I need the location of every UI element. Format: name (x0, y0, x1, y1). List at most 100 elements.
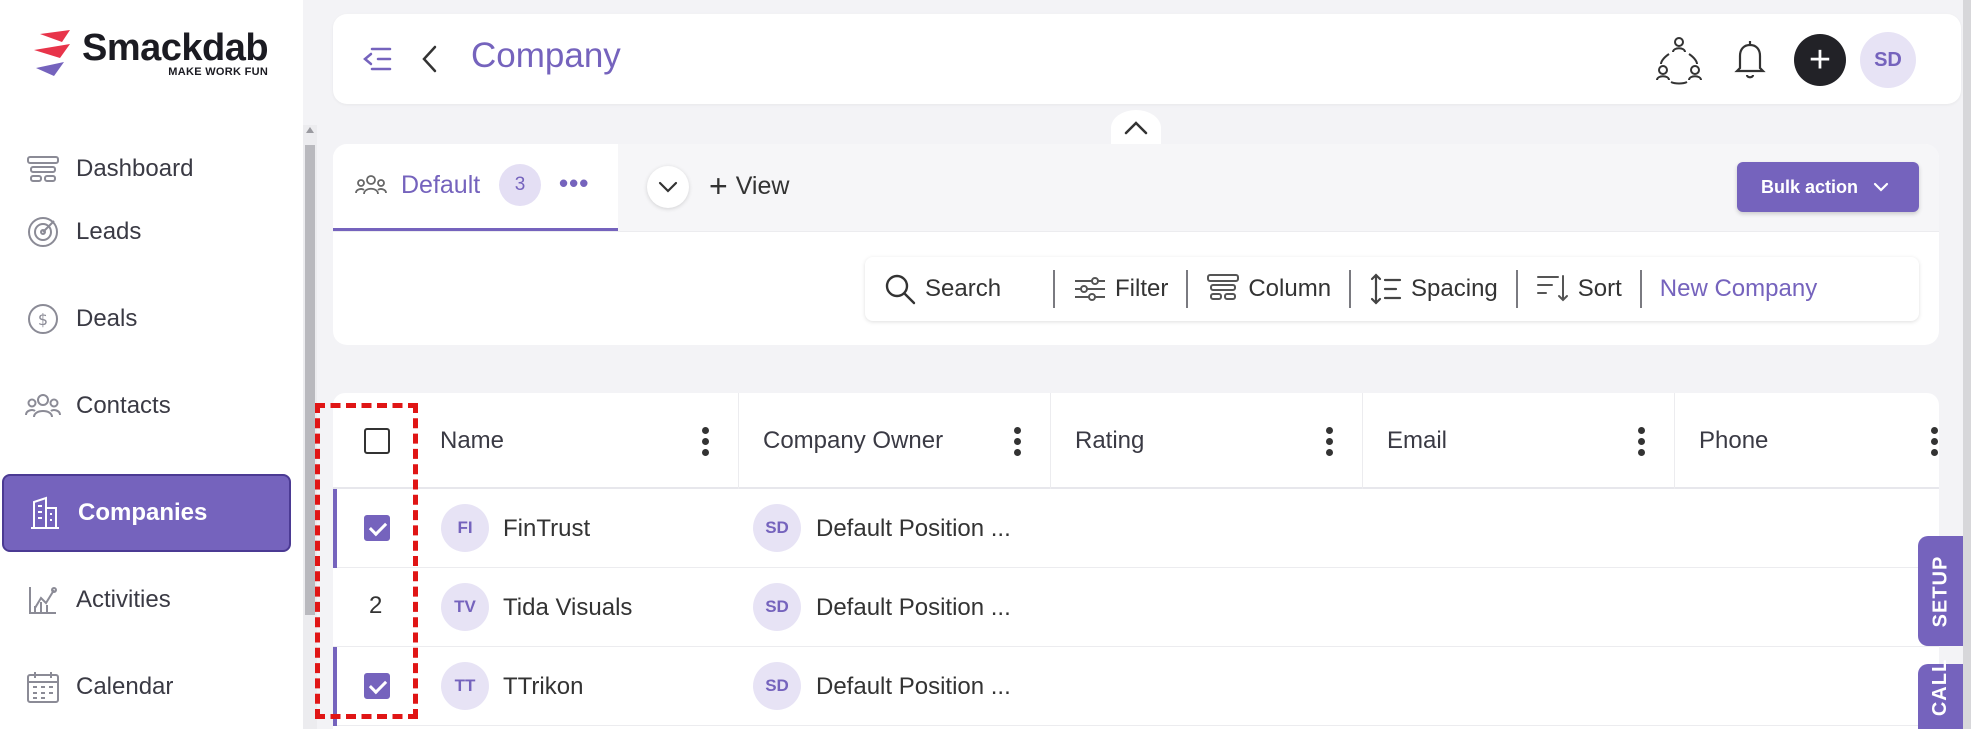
views-dropdown-button[interactable] (647, 166, 689, 208)
brand-name: Smackdab (82, 27, 269, 69)
filter-button[interactable]: Filter (1055, 257, 1186, 321)
table-row[interactable]: TT TTrikon SD Default Position ... (333, 647, 1939, 726)
filter-sliders-icon (1073, 272, 1107, 306)
top-header: Company + SD (333, 14, 1961, 104)
company-avatar: TT (441, 662, 489, 710)
column-label: Column (1248, 275, 1332, 302)
call-side-tab[interactable]: CALL (1918, 659, 1964, 729)
filter-label: Filter (1115, 275, 1169, 302)
column-menu-icon[interactable] (1014, 427, 1022, 456)
sort-button[interactable]: Sort (1518, 257, 1640, 321)
sidebar-item-label: Deals (76, 305, 138, 332)
column-menu-icon[interactable] (1638, 427, 1646, 456)
add-view-label: View (735, 171, 790, 200)
tab-label: Default (401, 171, 481, 199)
more-options-icon[interactable]: ••• (559, 168, 591, 200)
company-owner: Default Position ... (816, 515, 1011, 542)
line-spacing-icon (1369, 272, 1403, 306)
contacts-icon (24, 387, 62, 425)
sidebar-item-label: Activities (76, 586, 171, 613)
company-avatar: FI (441, 504, 489, 552)
table-row[interactable]: FI FinTrust SD Default Position ... (333, 489, 1939, 568)
sidebar-item-label: Contacts (76, 392, 171, 419)
collapse-sidebar-icon[interactable] (360, 42, 394, 76)
spacing-button[interactable]: Spacing (1351, 257, 1516, 321)
column-header-email[interactable]: Email (1363, 393, 1675, 489)
chevron-down-icon (658, 181, 678, 193)
company-owner: Default Position ... (816, 594, 1011, 621)
columns-icon (1206, 272, 1240, 306)
sort-icon (1536, 272, 1570, 306)
company-name[interactable]: TTrikon (503, 673, 583, 701)
sidebar-item-label: Leads (76, 218, 142, 245)
company-avatar: TV (441, 583, 489, 631)
sidebar-item-deals[interactable]: $ Deals (2, 280, 291, 358)
column-menu-icon[interactable] (702, 427, 710, 456)
new-company-button[interactable]: New Company (1642, 257, 1835, 321)
team-network-icon[interactable] (1653, 34, 1705, 86)
sidebar-item-companies[interactable]: Companies (2, 474, 291, 552)
add-view-button[interactable]: + View (709, 170, 789, 202)
dashboard-icon (24, 150, 62, 188)
sidebar-item-label: Companies (78, 499, 208, 526)
companies-table: Name Company Owner Rating Email Phone FI… (333, 393, 1939, 729)
chevron-down-icon (1873, 182, 1889, 192)
scroll-up-arrow-icon[interactable] (306, 127, 314, 133)
column-button[interactable]: Column (1188, 257, 1349, 321)
back-arrow-icon[interactable] (416, 42, 446, 76)
column-header-rating[interactable]: Rating (1051, 393, 1363, 489)
views-card: Default 3 ••• + View Bulk action Search (333, 144, 1939, 345)
company-owner: Default Position ... (816, 673, 1011, 700)
sidebar-item-leads[interactable]: Leads (2, 193, 291, 271)
smackdab-logo-icon (30, 28, 78, 78)
column-header-phone[interactable]: Phone (1675, 393, 1939, 489)
bulk-action-button[interactable]: Bulk action (1737, 162, 1919, 212)
setup-side-tab[interactable]: SETUP (1918, 536, 1964, 646)
column-menu-icon[interactable] (1931, 427, 1939, 456)
list-toolbar: Search Filter Column Spacing Sort New Co… (865, 257, 1919, 321)
activities-icon (24, 581, 62, 619)
bell-icon[interactable] (1730, 38, 1770, 80)
sidebar-item-activities[interactable]: Activities (2, 561, 291, 639)
sidebar-item-label: Dashboard (76, 155, 194, 182)
page-title: Company (471, 36, 621, 75)
sidebar-item-calendar[interactable]: Calendar (2, 648, 291, 726)
owner-avatar: SD (753, 583, 801, 631)
column-menu-icon[interactable] (1326, 427, 1334, 456)
building-icon (26, 494, 64, 532)
user-avatar[interactable]: SD (1860, 32, 1916, 88)
owner-avatar: SD (753, 504, 801, 552)
collapse-header-button[interactable] (1111, 110, 1161, 146)
column-header-name[interactable]: Name (428, 393, 739, 489)
search-button[interactable]: Search (865, 257, 1053, 321)
svg-text:$: $ (38, 310, 48, 329)
calendar-icon (24, 668, 62, 706)
table-header: Name Company Owner Rating Email Phone (333, 393, 1939, 489)
column-header-owner[interactable]: Company Owner (739, 393, 1051, 489)
view-tabs: Default 3 ••• + View Bulk action (333, 144, 1939, 232)
sidebar-scroll-thumb[interactable] (305, 145, 315, 615)
spacing-label: Spacing (1411, 275, 1498, 302)
sidebar: Smackdab MAKE WORK FUN Dashboard Leads $… (0, 0, 303, 729)
sidebar-item-label: Calendar (76, 673, 174, 700)
tab-count-badge: 3 (499, 164, 541, 206)
group-icon (355, 170, 387, 202)
page-scrollbar[interactable] (1963, 0, 1971, 729)
company-name[interactable]: Tida Visuals (503, 594, 632, 622)
company-name[interactable]: FinTrust (503, 515, 590, 543)
search-label: Search (925, 275, 1002, 302)
sort-label: Sort (1577, 275, 1622, 302)
table-row[interactable]: 2 TV Tida Visuals SD Default Position ..… (333, 568, 1939, 647)
add-new-button[interactable]: + (1794, 34, 1846, 86)
bulk-action-label: Bulk action (1761, 176, 1859, 197)
tab-default-view[interactable]: Default 3 ••• (333, 144, 618, 231)
plus-icon: + (709, 168, 728, 204)
sidebar-item-contacts[interactable]: Contacts (2, 367, 291, 445)
target-icon (24, 213, 62, 251)
dollar-icon: $ (24, 300, 62, 338)
owner-avatar: SD (753, 662, 801, 710)
search-icon (883, 272, 917, 306)
chevron-up-icon (1124, 121, 1148, 135)
selection-column-highlight (315, 403, 418, 719)
logo[interactable]: Smackdab MAKE WORK FUN (30, 27, 269, 78)
